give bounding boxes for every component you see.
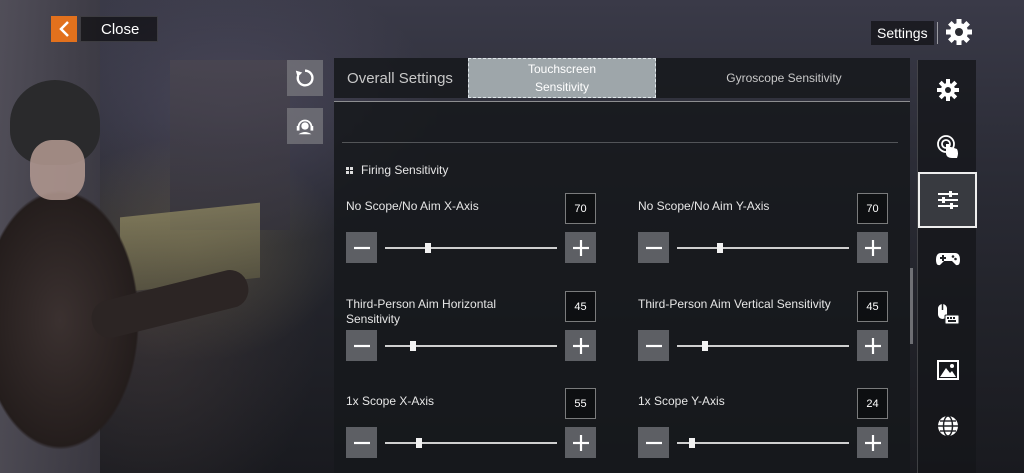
globe-icon <box>937 415 958 437</box>
minus-icon <box>353 246 370 249</box>
slider-value-box[interactable]: 55 <box>565 388 596 419</box>
minus-icon <box>353 344 370 347</box>
increase-button[interactable] <box>857 232 888 263</box>
slider-value-box[interactable]: 45 <box>857 291 888 322</box>
rail-item-keyboard-mouse[interactable] <box>918 286 977 342</box>
slider-value-box[interactable]: 70 <box>565 193 596 224</box>
decrease-button[interactable] <box>638 427 669 458</box>
sensitivity-slider: Third-Person Aim Horizontal Sensitivity 4… <box>346 291 596 371</box>
plus-icon <box>572 337 589 354</box>
settings-tabs: Overall Settings Touchscreen Sensitivity… <box>334 58 910 98</box>
decrease-button[interactable] <box>346 427 377 458</box>
gear-icon <box>936 79 959 101</box>
slider-value-box[interactable]: 45 <box>565 291 596 322</box>
increase-button[interactable] <box>565 232 596 263</box>
slider-handle[interactable] <box>425 243 431 253</box>
scrollbar[interactable] <box>910 268 913 344</box>
touch-icon <box>936 135 958 158</box>
increase-button[interactable] <box>565 427 596 458</box>
sliders-icon <box>937 191 958 209</box>
plus-icon <box>864 434 881 451</box>
slider-label: 1x Scope Y-Axis <box>638 394 725 408</box>
back-button[interactable] <box>51 16 77 42</box>
decrease-button[interactable] <box>638 232 669 263</box>
close-button[interactable]: Close <box>80 16 158 42</box>
slider-value-box[interactable]: 70 <box>857 193 888 224</box>
slider-track[interactable] <box>677 438 849 448</box>
tab-touchscreen-sensitivity[interactable]: Touchscreen Sensitivity <box>468 58 656 98</box>
rail-item-sensitivity[interactable] <box>918 172 977 228</box>
slider-handle[interactable] <box>409 341 416 351</box>
slider-handle[interactable] <box>416 438 423 448</box>
slider-handle[interactable] <box>689 438 696 448</box>
slider-track[interactable] <box>677 341 849 351</box>
slider-handle[interactable] <box>717 243 723 253</box>
drag-handle-icon <box>346 166 353 174</box>
minus-icon <box>645 441 662 444</box>
slider-label: Third-Person Aim Vertical Sensitivity <box>638 297 831 311</box>
slider-track[interactable] <box>385 438 557 448</box>
plus-icon <box>572 239 589 256</box>
slider-handle[interactable] <box>701 341 708 351</box>
slider-label: Third-Person Aim Horizontal Sensitivity <box>346 297 497 326</box>
gear-icon[interactable] <box>944 17 974 47</box>
settings-divider <box>937 22 938 44</box>
sensitivity-slider: 1x Scope X-Axis 55 <box>346 388 596 468</box>
rail-item-controls[interactable] <box>918 118 977 174</box>
headset-icon <box>296 119 314 135</box>
scene-character-face <box>30 140 85 200</box>
section-title: Firing Sensitivity <box>361 163 449 177</box>
slider-label: 1x Scope X-Axis <box>346 394 435 408</box>
rail-item-controller[interactable] <box>918 230 977 286</box>
gamepad-icon <box>935 253 960 266</box>
minus-icon <box>645 344 662 347</box>
reset-button[interactable] <box>287 60 323 96</box>
increase-button[interactable] <box>565 330 596 361</box>
plus-icon <box>864 337 881 354</box>
sensitivity-slider: 1x Scope Y-Axis 24 <box>638 388 888 468</box>
sensitivity-slider: Third-Person Aim Vertical Sensitivity 45 <box>638 291 888 371</box>
plus-icon <box>572 434 589 451</box>
sensitivity-slider: No Scope/No Aim Y-Axis 70 <box>638 193 888 273</box>
settings-nav-rail <box>917 60 977 473</box>
decrease-button[interactable] <box>638 330 669 361</box>
slider-label: No Scope/No Aim Y-Axis <box>638 199 770 213</box>
sensitivity-slider: No Scope/No Aim X-Axis 70 <box>346 193 596 273</box>
minus-icon <box>353 441 370 444</box>
slider-value-box[interactable]: 24 <box>857 388 888 419</box>
tab-overall-settings[interactable]: Overall Settings <box>334 58 466 98</box>
increase-button[interactable] <box>857 330 888 361</box>
panel-divider <box>342 142 898 143</box>
slider-track[interactable] <box>677 243 849 253</box>
image-icon <box>936 360 959 380</box>
decrease-button[interactable] <box>346 232 377 263</box>
slider-track[interactable] <box>385 243 557 253</box>
rail-item-general[interactable] <box>918 62 977 118</box>
settings-panel: Firing Sensitivity No Scope/No Aim X-Axi… <box>334 101 913 473</box>
rail-item-language[interactable] <box>918 398 977 454</box>
settings-title: Settings <box>871 21 934 45</box>
chevron-left-icon <box>59 21 69 37</box>
mouse-keyboard-icon <box>937 304 959 325</box>
tab-gyroscope-sensitivity[interactable]: Gyroscope Sensitivity <box>658 58 910 98</box>
plus-icon <box>864 239 881 256</box>
rail-item-graphics[interactable] <box>918 342 977 398</box>
increase-button[interactable] <box>857 427 888 458</box>
section-header: Firing Sensitivity <box>346 163 448 177</box>
slider-label: No Scope/No Aim X-Axis <box>346 199 479 213</box>
reset-icon <box>295 69 314 87</box>
customer-support-button[interactable] <box>287 108 323 144</box>
slider-track[interactable] <box>385 341 557 351</box>
minus-icon <box>645 246 662 249</box>
decrease-button[interactable] <box>346 330 377 361</box>
